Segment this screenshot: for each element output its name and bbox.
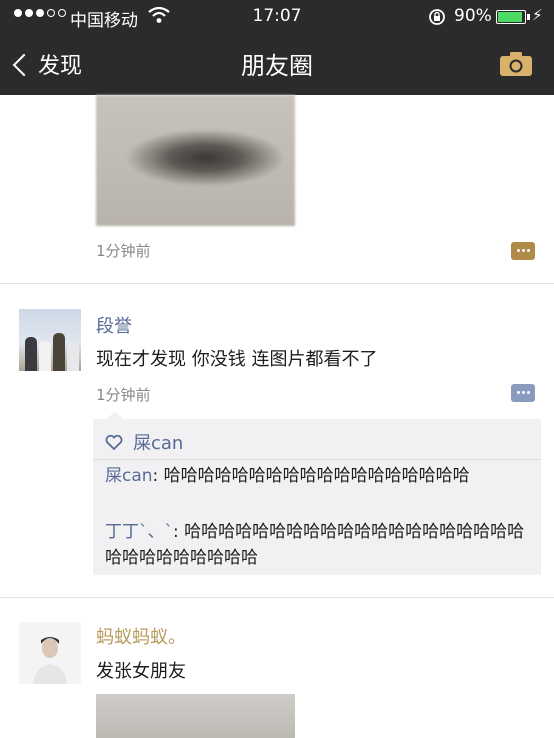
post-author[interactable]: 蚂蚁蚂蚁。 — [96, 623, 186, 649]
comment-author[interactable]: 丁丁`、` — [105, 522, 173, 542]
post-text: 发张女朋友 — [96, 661, 186, 682]
comment-item[interactable]: 屎can: 哈哈哈哈哈哈哈哈哈哈哈哈哈哈哈哈哈哈 — [105, 463, 535, 489]
likes-row: 屎can — [105, 429, 183, 455]
comment-button[interactable] — [511, 242, 535, 260]
battery-percent: 90% — [454, 6, 492, 26]
person-icon — [33, 637, 67, 684]
post-text: 现在才发现 你没钱 连图片都看不了 — [96, 349, 378, 370]
avatar[interactable] — [19, 622, 81, 684]
post-image[interactable] — [96, 694, 295, 738]
status-bar: 中国移动 17:07 90% ⚡ — [0, 0, 554, 34]
post-time: 1分钟前 — [96, 242, 151, 260]
comments-box: 屎can 屎can: 哈哈哈哈哈哈哈哈哈哈哈哈哈哈哈哈哈哈 丁丁`、`: 哈哈哈… — [93, 411, 541, 575]
top-bar: 中国移动 17:07 90% ⚡ 发现 朋友圈 — [0, 0, 554, 95]
camera-icon[interactable] — [499, 51, 533, 77]
divider — [0, 283, 554, 284]
like-user[interactable]: 屎can — [133, 429, 183, 455]
post-image-blurred[interactable] — [96, 95, 295, 226]
comment-author[interactable]: 屎can — [105, 466, 153, 486]
heart-icon — [105, 434, 123, 450]
rotation-lock-icon — [429, 9, 445, 25]
battery-icon — [496, 10, 530, 24]
divider — [0, 597, 554, 598]
comment-text: : 哈哈哈哈哈哈哈哈哈哈哈哈哈哈哈哈哈哈 — [152, 466, 470, 486]
avatar[interactable] — [19, 309, 81, 371]
comment-button[interactable] — [511, 384, 535, 402]
post-author[interactable]: 段誉 — [96, 312, 132, 338]
post-time: 1分钟前 — [96, 386, 151, 404]
page-title: 朋友圈 — [241, 52, 313, 80]
charging-icon: ⚡ — [532, 6, 543, 24]
comment-item[interactable]: 丁丁`、`: 哈哈哈哈哈哈哈哈哈哈哈哈哈哈哈哈哈哈哈哈哈哈哈哈哈哈哈哈哈 — [105, 519, 535, 571]
